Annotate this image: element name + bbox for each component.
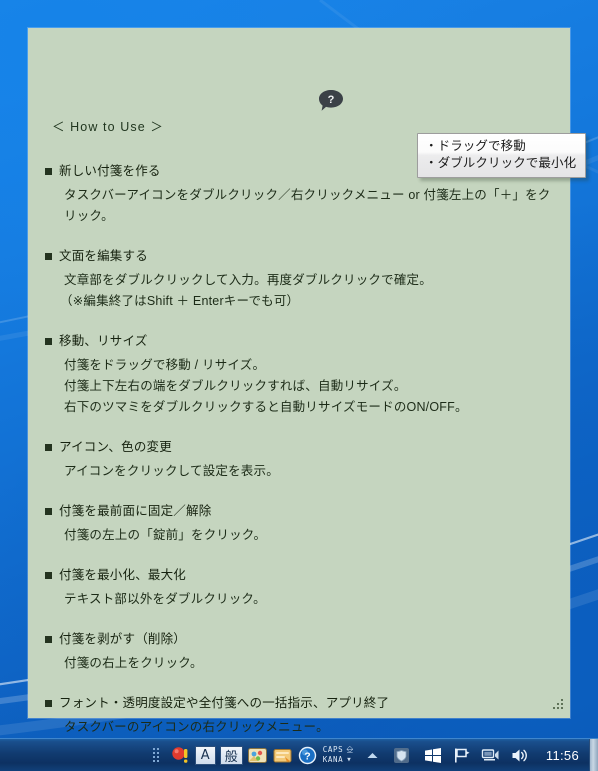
- tray-notification-alert[interactable]: [168, 742, 193, 768]
- section-heading-label: 新しい付箋を作る: [59, 164, 161, 178]
- section-heading-label: 付箋を剥がす（削除）: [59, 632, 187, 646]
- ime-tool-palette-icon[interactable]: [247, 745, 268, 766]
- section-heading: 新しい付箋を作る: [45, 160, 560, 179]
- section-line: タスクバーのアイコンの右クリックメニュー。: [64, 720, 329, 734]
- tray-ime-dictionary[interactable]: [270, 742, 295, 768]
- show-hidden-icons-icon[interactable]: [362, 745, 383, 766]
- caps-label: CAPS: [322, 745, 344, 754]
- taskbar[interactable]: A 般 ? CAPS ⎒ KANA ▾ 11:56: [0, 738, 598, 771]
- section-line: 右下のツマミをダブルクリックすると自動リサイズモードのON/OFF。: [64, 400, 468, 414]
- bullet-square-icon: [45, 168, 52, 175]
- note-content[interactable]: ＜ How to Use ＞ 新しい付箋を作る タスクバーアイコンをダブルクリッ…: [40, 116, 560, 756]
- section-line: アイコンをクリックして設定を表示。: [64, 464, 279, 478]
- section-heading: 付箋を最前面に固定／解除: [45, 500, 560, 519]
- kana-label: KANA: [322, 755, 344, 764]
- section-edit-text: 文面を編集する 文章部をダブルクリックして入力。再度ダブルクリックで確定。 （※…: [40, 245, 560, 312]
- tray-network[interactable]: [478, 742, 503, 768]
- section-minimize-maximize: 付箋を最小化、最大化 テキスト部以外をダブルクリック。: [40, 564, 560, 610]
- section-heading: 付箋を剥がす（削除）: [45, 628, 560, 647]
- ime-options-icon[interactable]: ⎒: [346, 745, 354, 755]
- tray-ime-help[interactable]: ?: [295, 742, 320, 768]
- section-heading-label: 文面を編集する: [59, 249, 148, 263]
- section-line: 付箋の右上をクリック。: [64, 656, 203, 670]
- tray-ime-input-mode[interactable]: A: [193, 742, 218, 768]
- ime-help-icon[interactable]: ?: [297, 745, 318, 766]
- flag-action-center-icon[interactable]: [451, 745, 472, 766]
- section-line: テキスト部以外をダブルクリック。: [64, 592, 266, 606]
- network-icon[interactable]: [480, 745, 501, 766]
- section-line: タスクバーアイコンをダブルクリック／右クリックメニュー or 付箋左上の「＋」を…: [64, 188, 551, 223]
- desktop: ? ・ドラッグで移動 ・ダブルクリックで最小化 ＜ How to Use ＞ 新…: [0, 0, 598, 771]
- bullet-square-icon: [45, 636, 52, 643]
- section-heading-label: 付箋を最小化、最大化: [59, 568, 187, 582]
- notification-alert-icon[interactable]: [170, 745, 191, 766]
- section-heading-label: 付箋を最前面に固定／解除: [59, 504, 212, 518]
- svg-text:?: ?: [304, 750, 310, 762]
- system-tray[interactable]: A 般 ? CAPS ⎒ KANA ▾ 11:56: [146, 739, 589, 771]
- ime-input-mode-icon[interactable]: A: [194, 745, 216, 765]
- help-speech-bubble-icon[interactable]: ?: [318, 89, 344, 112]
- tray-action-center[interactable]: [449, 742, 474, 768]
- section-heading: アイコン、色の変更: [45, 436, 560, 455]
- caps-row[interactable]: CAPS ⎒: [323, 745, 354, 755]
- ime-dictionary-icon[interactable]: [272, 745, 293, 766]
- kana-row[interactable]: KANA ▾: [323, 755, 354, 765]
- section-line: （※編集終了はShift ＋ Enterキーでも可）: [60, 294, 300, 308]
- section-heading: フォント・透明度設定や全付箋への一括指示、アプリ終了: [45, 692, 560, 711]
- section-new-note: 新しい付箋を作る タスクバーアイコンをダブルクリック／右クリックメニュー or …: [40, 160, 560, 227]
- tray-security[interactable]: [389, 742, 414, 768]
- chevron-down-icon[interactable]: ▾: [346, 755, 352, 765]
- bullet-square-icon: [45, 508, 52, 515]
- ime-caps-kana-status[interactable]: CAPS ⎒ KANA ▾: [323, 745, 354, 765]
- section-line: 付箋をドラッグで移動 / リサイズ。: [64, 358, 266, 372]
- section-heading: 文面を編集する: [45, 245, 560, 264]
- section-font-opacity-exit: フォント・透明度設定や全付箋への一括指示、アプリ終了 タスクバーのアイコンの右ク…: [40, 692, 560, 738]
- section-delete-note: 付箋を剥がす（削除） 付箋の右上をクリック。: [40, 628, 560, 674]
- bullet-square-icon: [45, 572, 52, 579]
- toolbar-grip-icon[interactable]: [152, 745, 162, 765]
- bullet-square-icon: [45, 700, 52, 707]
- show-desktop-button[interactable]: [589, 738, 598, 771]
- resize-grip-handle[interactable]: [551, 699, 565, 713]
- bullet-square-icon: [45, 444, 52, 451]
- section-move-resize: 移動、リサイズ 付箋をドラッグで移動 / リサイズ。 付箋上下左右の端をダブルク…: [40, 330, 560, 418]
- section-heading-label: フォント・透明度設定や全付箋への一括指示、アプリ終了: [59, 696, 390, 710]
- windows-logo-icon[interactable]: [422, 745, 443, 766]
- bullet-square-icon: [45, 253, 52, 260]
- section-heading: 付箋を最小化、最大化: [45, 564, 560, 583]
- section-heading-label: アイコン、色の変更: [59, 440, 172, 454]
- section-heading: 移動、リサイズ: [45, 330, 560, 349]
- section-heading-label: 移動、リサイズ: [59, 334, 148, 348]
- section-line: 付箋上下左右の端をダブルクリックすれば、自動リサイズ。: [64, 379, 407, 393]
- help-icon-glyph: ?: [328, 94, 335, 106]
- section-icon-color: アイコン、色の変更 アイコンをクリックして設定を表示。: [40, 436, 560, 482]
- section-line: 文章部をダブルクリックして入力。再度ダブルクリックで確定。: [64, 273, 432, 287]
- tray-ime-conversion-mode[interactable]: 般: [218, 742, 245, 768]
- tray-windows-start[interactable]: [420, 742, 445, 768]
- section-line: 付箋の左上の「錠前」をクリック。: [64, 528, 267, 542]
- note-title: ＜ How to Use ＞: [52, 120, 164, 134]
- sticky-note-window[interactable]: ? ・ドラッグで移動 ・ダブルクリックで最小化 ＜ How to Use ＞ 新…: [28, 28, 587, 734]
- volume-icon[interactable]: [509, 745, 530, 766]
- ime-conversion-mode-icon[interactable]: 般: [219, 745, 243, 765]
- tray-show-hidden-icons[interactable]: [360, 742, 385, 768]
- bullet-square-icon: [45, 338, 52, 345]
- security-shield-icon[interactable]: [391, 745, 412, 766]
- taskbar-clock[interactable]: 11:56: [546, 748, 579, 763]
- taskbar-task-area[interactable]: [0, 739, 146, 771]
- tray-volume[interactable]: [507, 742, 532, 768]
- section-always-on-top: 付箋を最前面に固定／解除 付箋の左上の「錠前」をクリック。: [40, 500, 560, 546]
- tray-ime-tool-palette[interactable]: [245, 742, 270, 768]
